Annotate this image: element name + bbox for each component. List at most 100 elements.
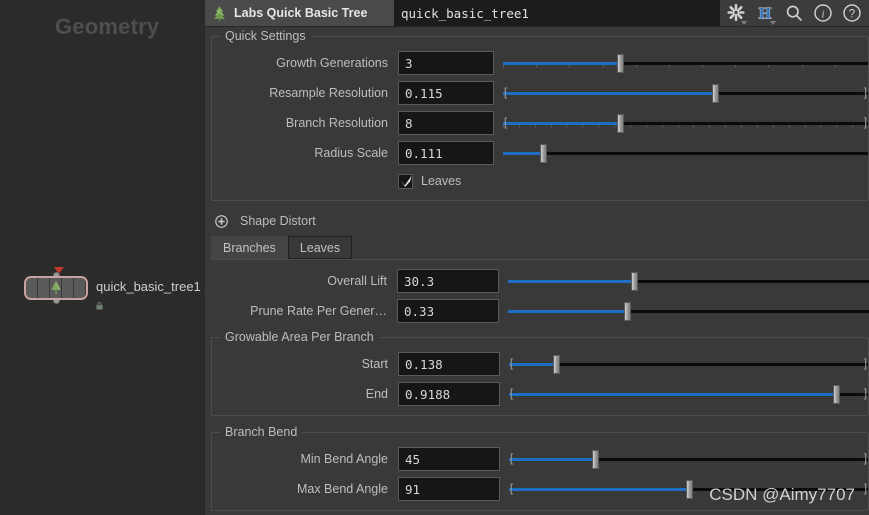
param-input-branch-resolution[interactable]: 8: [398, 111, 494, 135]
tab-label: Branches: [223, 241, 276, 255]
param-input-overall-lift[interactable]: 30.3: [397, 269, 499, 293]
labs-tree-icon: [213, 5, 226, 21]
slider-handle[interactable]: [832, 385, 840, 404]
param-label: Min Bend Angle: [300, 452, 388, 466]
param-row-max-bend-angle: Max Bend Angle 91 []: [212, 476, 869, 502]
param-slider-overall-lift[interactable]: [508, 269, 869, 293]
node-path-field[interactable]: quick_basic_tree1: [394, 0, 720, 26]
param-label: Max Bend Angle: [296, 482, 388, 496]
param-value: 3: [405, 55, 413, 71]
param-row-prune-rate: Prune Rate Per Gener… 0.33: [211, 298, 869, 324]
param-slider-min-bend-angle[interactable]: []: [508, 447, 869, 471]
slider-handle[interactable]: [624, 302, 632, 321]
slider-range-start-bracket: [: [502, 116, 510, 130]
param-input-min-bend-angle[interactable]: 45: [398, 447, 500, 471]
param-row-leaves-toggle: Leaves: [212, 170, 868, 192]
slider-fill: [508, 280, 635, 283]
chevron-down-icon[interactable]: [770, 21, 776, 25]
lock-icon: [96, 302, 103, 310]
param-input-resample-resolution[interactable]: 0.115: [398, 81, 494, 105]
param-label: Resample Resolution: [269, 86, 388, 100]
node-body[interactable]: [24, 276, 88, 300]
slider-handle[interactable]: [616, 54, 624, 73]
leaves-checkbox[interactable]: [398, 173, 413, 189]
tabpanel-branches: Overall Lift 30.3 Prune Rate Per Gener… …: [211, 259, 869, 511]
param-input-end[interactable]: 0.9188: [398, 382, 500, 406]
param-input-growth-generations[interactable]: 3: [398, 51, 494, 75]
slider-fill: [503, 152, 544, 155]
param-value: 45: [405, 451, 421, 467]
slider-handle[interactable]: [616, 114, 624, 133]
slider-handle[interactable]: [631, 272, 639, 291]
group-growable-area: Growable Area Per Branch Start 0.138 [] …: [211, 330, 869, 416]
node-path-value: quick_basic_tree1: [401, 5, 529, 21]
slider-range-end-bracket: ]: [861, 86, 869, 100]
plus-circle-icon[interactable]: [215, 214, 228, 228]
param-label: End: [365, 387, 388, 401]
param-label: Overall Lift: [327, 274, 387, 288]
collapsible-shape-distort[interactable]: Shape Distort: [211, 210, 869, 232]
param-label: Radius Scale: [314, 146, 388, 160]
param-input-prune-rate[interactable]: 0.33: [397, 299, 499, 323]
param-slider-branch-resolution[interactable]: []: [502, 111, 869, 135]
slider-track[interactable]: [509, 363, 868, 366]
chevron-down-icon[interactable]: [741, 21, 747, 25]
slider-handle[interactable]: [685, 480, 693, 499]
slider-ticks: [503, 65, 869, 69]
param-row-resample-resolution: Resample Resolution 0.115 []: [212, 80, 869, 106]
param-value: 8: [405, 115, 413, 131]
network-view-pane[interactable]: Geometry quick_basic_tree1: [0, 0, 205, 515]
slider-ticks: [503, 125, 869, 129]
slider-fill: [509, 488, 689, 491]
slider-fill: [509, 458, 596, 461]
svg-text:?: ?: [849, 9, 855, 21]
param-input-start[interactable]: 0.138: [398, 352, 500, 376]
slider-range-end-bracket: ]: [861, 387, 869, 401]
param-row-branch-resolution: Branch Resolution 8 []: [212, 110, 869, 136]
group-title-quick-settings: Quick Settings: [220, 29, 311, 43]
slider-range-end-bracket: ]: [861, 482, 869, 496]
slider-range-start-bracket: [: [508, 357, 516, 371]
param-input-max-bend-angle[interactable]: 91: [398, 477, 500, 501]
param-value: 0.33: [404, 303, 435, 319]
param-label: Prune Rate Per Gener…: [250, 304, 387, 318]
slider-fill: [509, 393, 836, 396]
parameter-pane: Labs Quick Basic Tree quick_basic_tree1: [205, 0, 869, 515]
param-row-overall-lift: Overall Lift 30.3: [211, 268, 869, 294]
tab-branches[interactable]: Branches: [211, 236, 288, 259]
param-slider-prune-rate[interactable]: [508, 299, 869, 323]
param-label: Branch Resolution: [285, 116, 388, 130]
info-icon[interactable]: i: [813, 3, 833, 23]
search-icon[interactable]: [784, 3, 804, 23]
slider-handle[interactable]: [592, 450, 600, 469]
param-slider-resample-resolution[interactable]: []: [502, 81, 869, 105]
slider-handle[interactable]: [552, 355, 560, 374]
param-slider-end[interactable]: []: [508, 382, 869, 406]
slider-handle[interactable]: [711, 84, 719, 103]
svg-text:i: i: [821, 9, 824, 21]
houdini-h-icon[interactable]: H: [755, 3, 776, 25]
parameter-body: Quick Settings Growth Generations 3 Resa…: [205, 27, 869, 515]
param-value: 0.138: [405, 356, 443, 372]
network-node-quick-basic-tree[interactable]: quick_basic_tree1: [24, 267, 201, 310]
leaves-checkbox-label: Leaves: [421, 174, 462, 188]
slider-range-start-bracket: [: [508, 482, 516, 496]
slider-fill: [503, 62, 620, 65]
tab-leaves[interactable]: Leaves: [287, 236, 353, 259]
slider-fill: [509, 363, 556, 366]
group-title-branch-bend: Branch Bend: [220, 425, 303, 439]
param-slider-growth-generations[interactable]: [503, 51, 869, 75]
param-slider-radius-scale[interactable]: [503, 141, 868, 165]
param-slider-start[interactable]: []: [508, 352, 869, 376]
group-quick-settings: Quick Settings Growth Generations 3 Resa…: [211, 29, 869, 201]
param-slider-max-bend-angle[interactable]: []: [508, 477, 869, 501]
slider-track[interactable]: [503, 152, 868, 155]
slider-range-start-bracket: [: [508, 452, 516, 466]
slider-handle[interactable]: [540, 144, 548, 163]
param-input-radius-scale[interactable]: 0.111: [398, 141, 494, 165]
gear-icon[interactable]: [726, 3, 747, 25]
node-type-chip[interactable]: Labs Quick Basic Tree: [205, 0, 394, 26]
slider-fill: [503, 92, 715, 95]
help-icon[interactable]: ?: [842, 3, 862, 23]
param-row-growth-generations: Growth Generations 3: [212, 50, 869, 76]
